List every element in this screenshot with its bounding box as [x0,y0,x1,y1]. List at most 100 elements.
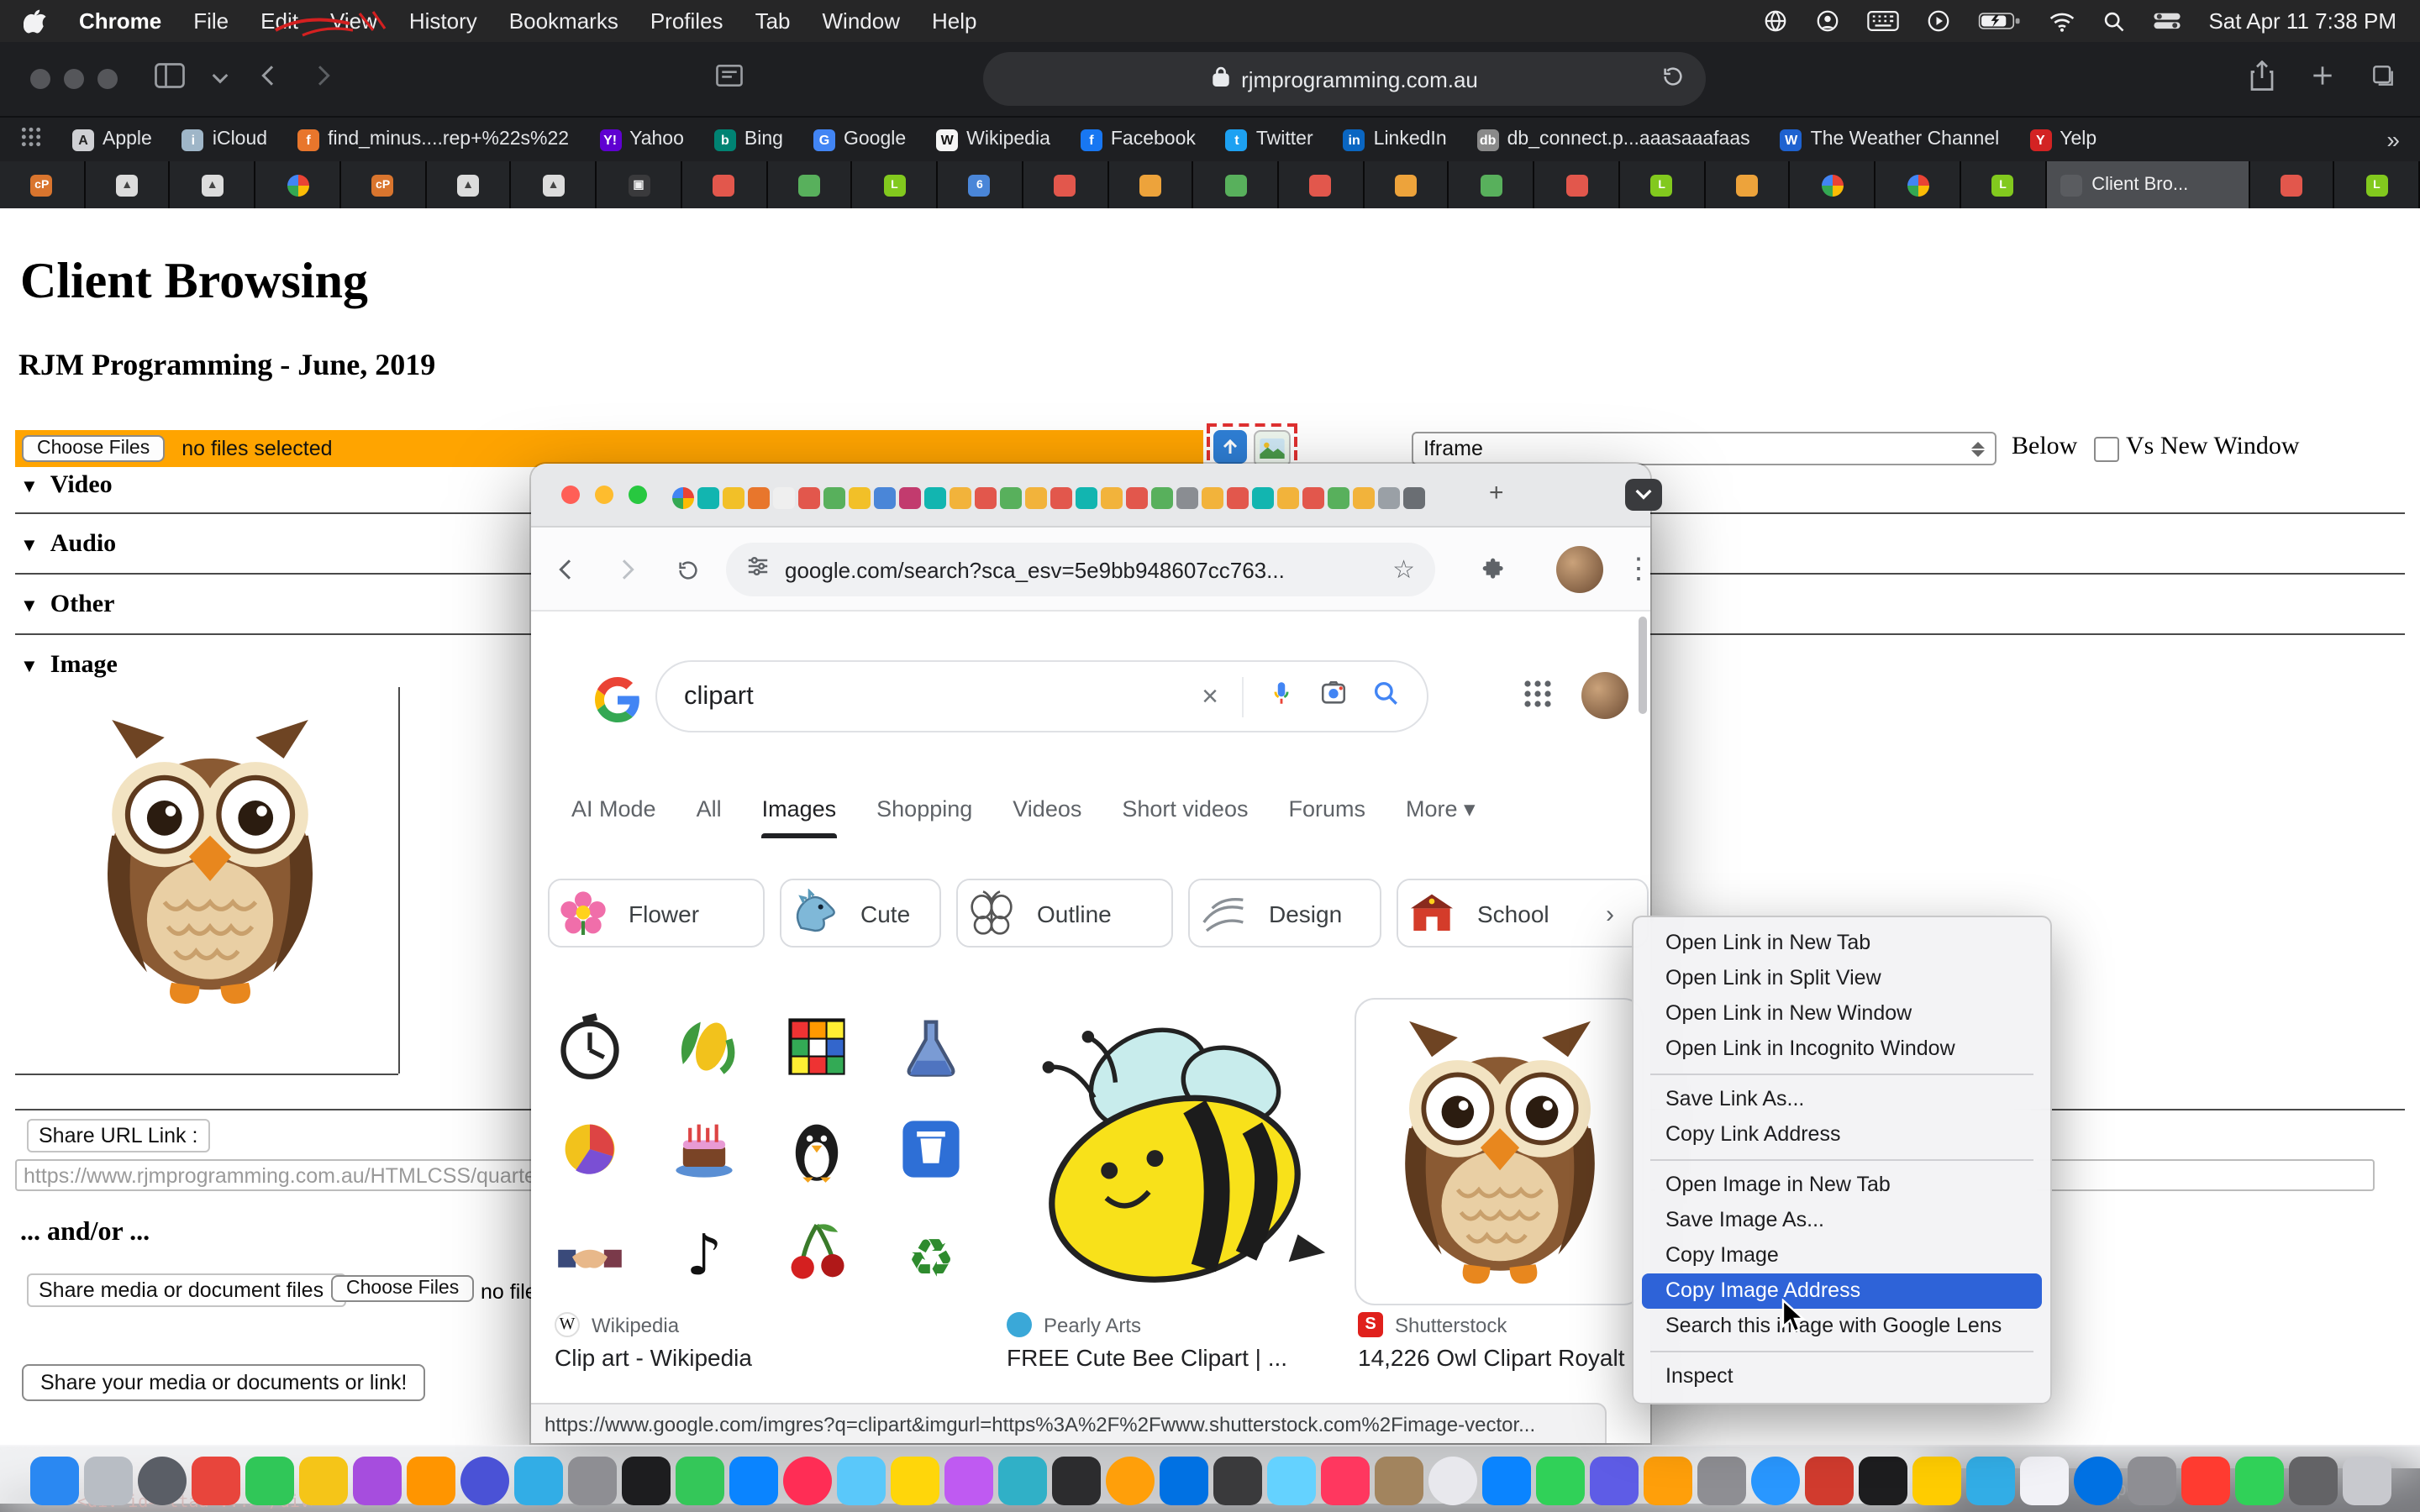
nav-tab-forums[interactable]: Forums [1288,796,1365,838]
browser-tab[interactable] [1194,161,1279,208]
dock-icon-17[interactable] [890,1456,939,1504]
dock-icon-21[interactable] [1105,1456,1154,1504]
search-query-text[interactable]: clipart [684,681,754,711]
forward-icon[interactable] [309,61,336,97]
chip-outline[interactable]: Outline [956,879,1173,948]
inner-reload-icon[interactable] [669,551,706,588]
bookmark-icloud[interactable]: iiCloud [182,129,267,150]
browser-tab[interactable] [1705,161,1790,208]
inner-tab-favicon[interactable] [1227,487,1249,509]
new-tab-icon[interactable] [2309,61,2336,97]
menu-item-copy-image[interactable]: Copy Image [1642,1238,2042,1273]
result-title[interactable]: FREE Cute Bee Clipart | ... [1007,1344,1287,1371]
dock-icon-18[interactable] [944,1456,992,1504]
dock-icon-28[interactable] [1481,1456,1530,1504]
dock-icon-15[interactable] [782,1456,831,1504]
dock-icon-5[interactable] [245,1456,293,1504]
menu-item-open-link-in-new-window[interactable]: Open Link in New Window [1642,996,2042,1032]
menu-item-search-this-image-with-google-lens[interactable]: Search this image with Google Lens [1642,1309,2042,1344]
battery-icon[interactable] [1978,10,2022,32]
google-search-box[interactable]: clipart × [655,660,1428,732]
inner-tab-favicons[interactable] [672,487,1425,509]
menu-item-open-link-in-new-tab[interactable]: Open Link in New Tab [1642,926,2042,961]
browser-tab[interactable]: ▲ [85,161,170,208]
vpn-globe-icon[interactable] [1763,8,1788,34]
result-title[interactable]: Clip art - Wikipedia [555,1344,752,1371]
dock-icon-14[interactable] [729,1456,777,1504]
browser-tab[interactable]: ▣ [597,161,681,208]
inner-tab-favicon[interactable] [1252,487,1274,509]
nav-tab-ai-mode[interactable]: AI Mode [571,796,656,838]
inner-tab-favicon[interactable] [1025,487,1047,509]
browser-menu-icon[interactable]: ⋮ [1620,551,1657,588]
inner-tab-favicon[interactable] [1403,487,1425,509]
dock-icon-13[interactable] [675,1456,723,1504]
inner-tab-favicon[interactable] [1328,487,1349,509]
tab-search-button[interactable] [1625,479,1662,511]
page-owl-image[interactable] [87,712,333,1011]
bookmark-the-weather-channel[interactable]: WThe Weather Channel [1781,129,2000,150]
inner-tab-favicon[interactable] [798,487,820,509]
nav-tab-more[interactable]: More ▾ [1406,796,1476,838]
inner-tab-favicon[interactable] [1000,487,1022,509]
inner-tab-favicon[interactable] [924,487,946,509]
dock-icon-6[interactable] [298,1456,347,1504]
active-tab[interactable]: Client Bro... [2046,161,2249,208]
inner-tab-favicon[interactable] [1277,487,1299,509]
browser-tab[interactable] [1791,161,1876,208]
browser-tab[interactable] [1876,161,1960,208]
reading-list-icon[interactable] [716,63,743,95]
browser-tab[interactable] [1023,161,1108,208]
section-image[interactable]: ▼Image [20,652,118,680]
bookmark-find-minus-rep-22s-22[interactable]: ffind_minus....rep+%22s%22 [297,129,569,150]
play-icon[interactable] [1926,8,1951,34]
menu-item-open-link-in-incognito-window[interactable]: Open Link in Incognito Window [1642,1032,2042,1067]
choose-files-button[interactable]: Choose Files [22,435,165,462]
inner-tab-favicon[interactable] [672,487,694,509]
dock-icon-34[interactable] [1804,1456,1853,1504]
nav-tab-short-videos[interactable]: Short videos [1122,796,1248,838]
bookmark-google[interactable]: GGoogle [813,129,906,150]
browser-tab[interactable]: ▲ [426,161,511,208]
browser-tab[interactable] [682,161,767,208]
dock-icon-33[interactable] [1750,1456,1799,1504]
dock-icon-1[interactable] [29,1456,78,1504]
dock-icon-40[interactable] [2127,1456,2175,1504]
inner-tab-favicon[interactable] [1302,487,1324,509]
browser-tab[interactable] [1279,161,1364,208]
nav-tab-videos[interactable]: Videos [1013,796,1081,838]
extensions-icon[interactable] [1476,551,1512,588]
apple-menu-icon[interactable] [24,8,47,34]
scrollbar-thumb[interactable] [1639,617,1647,714]
bookmarks-overflow-icon[interactable]: » [2386,126,2400,153]
target-select[interactable]: Iframe [1412,432,1996,465]
menu-item-save-image-as[interactable]: Save Image As... [1642,1203,2042,1238]
inner-tab-favicon[interactable] [1202,487,1223,509]
browser-tab[interactable]: cP [0,161,85,208]
vs-new-window-checkbox[interactable] [2094,437,2119,462]
inner-tab-favicon[interactable] [1151,487,1173,509]
menubar-clock[interactable]: Sat Apr 11 7:38 PM [2208,8,2396,34]
browser-tab[interactable] [1534,161,1619,208]
inner-tab-favicon[interactable] [723,487,744,509]
sidebar-chevron-icon[interactable] [212,64,229,94]
share-icon[interactable] [2249,60,2275,98]
back-icon[interactable] [255,61,282,97]
google-account-avatar[interactable] [1581,672,1628,719]
result-title[interactable]: 14,226 Owl Clipart Royalt [1358,1344,1625,1371]
browser-tab[interactable]: L [853,161,938,208]
dock-icon-2[interactable] [83,1456,132,1504]
bookmark-bing[interactable]: bBing [714,129,783,150]
close-button[interactable] [30,69,50,89]
menu-item-copy-image-address[interactable]: Copy Image Address [1642,1273,2042,1309]
dock-icon-12[interactable] [621,1456,670,1504]
menu-item-tab[interactable]: Tab [755,8,791,34]
result-image-bee[interactable] [1003,995,1344,1305]
browser-tab[interactable]: L [2335,161,2420,208]
menu-item-window[interactable]: Window [823,8,901,34]
inner-tab-favicon[interactable] [975,487,997,509]
inner-tab-favicon[interactable] [874,487,896,509]
share-submit-button[interactable]: Share your media or documents or link! [22,1364,425,1401]
inner-tab-favicon[interactable] [1353,487,1375,509]
inner-zoom-button[interactable] [629,486,647,504]
